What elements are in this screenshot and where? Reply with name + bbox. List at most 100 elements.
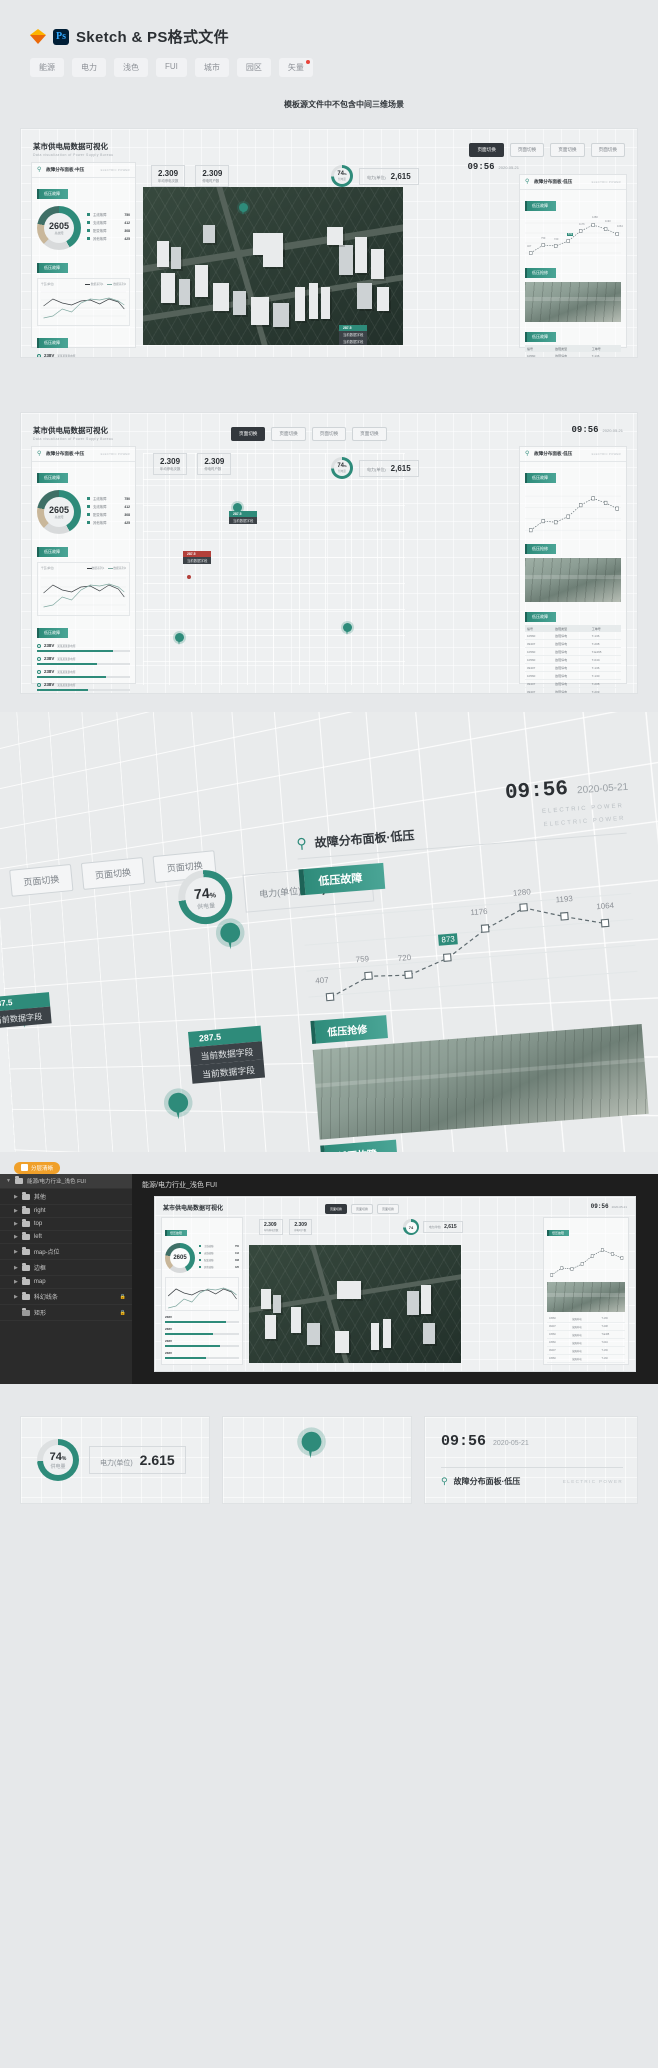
- voltage-bar-item: 238V 某某某某供电所: [37, 643, 130, 652]
- right-panel-2: ⚲ 故障分布面板·低压 ELECTRIC POWER 低压故障 低压抢修 低压故…: [519, 446, 627, 693]
- map-pin-large[interactable]: [167, 1091, 189, 1120]
- tag-item[interactable]: 能源: [30, 58, 64, 77]
- chevron-right-icon[interactable]: ▶: [14, 1221, 18, 1227]
- page-switch-button-4[interactable]: 页面切换: [590, 143, 625, 157]
- table-row[interactable]: 09407 故障停电 T-209: [525, 687, 621, 693]
- layer-row[interactable]: ▶ map-点位: [0, 1244, 132, 1260]
- tag-item[interactable]: 电力: [72, 58, 106, 77]
- legend-item: 主线故障 750: [199, 1244, 239, 1248]
- tag-list: 能源 电力 浅色 FUI 城市 园区 矢量: [30, 58, 658, 77]
- layer-row[interactable]: ▶ 其他: [0, 1189, 132, 1205]
- table-row[interactable]: 10560故障停电T-136: [525, 352, 621, 357]
- mini-bars: 238V 238V 238V 238V: [165, 1315, 239, 1359]
- mini-line-chart: [165, 1277, 239, 1311]
- table-row[interactable]: 09407 故障停电 T-208: [547, 1322, 625, 1331]
- table-row[interactable]: 10560 故障停电 T-130: [525, 671, 621, 680]
- chart-point-label: 1064: [595, 900, 615, 912]
- page-switch-button-3[interactable]: 页面切换: [377, 1204, 400, 1214]
- map-canvas[interactable]: 287.5 当前数据字段 287.5 当前数据字段: [143, 453, 405, 685]
- legend-item: 支线故障 412: [199, 1251, 239, 1255]
- chevron-right-icon[interactable]: ▶: [14, 1208, 18, 1214]
- layer-label: map-点位: [33, 1250, 60, 1256]
- legend-swatch: [87, 505, 90, 508]
- layer-row[interactable]: ▶ 科幻线条 🔒: [0, 1289, 132, 1305]
- page-switch-button-1[interactable]: 页面切换: [325, 1204, 348, 1214]
- clock-widget: 09:56 2020-05-21: [468, 162, 519, 172]
- clock-card: 09:56 2020-05-21: [441, 1433, 529, 1450]
- tower-icon: ⚲: [525, 179, 530, 185]
- chip-low-voltage-fault: 低压故障: [37, 473, 68, 483]
- table-row[interactable]: 09407 故障停电 T-208: [525, 679, 621, 688]
- table-row[interactable]: 09407 故障停电 T-136: [525, 663, 621, 672]
- page-switch-button-2[interactable]: 页面切换: [271, 427, 306, 441]
- map-pin[interactable]: [343, 623, 352, 635]
- power-summary: 74% 供电量 电力(单位) 2,615: [331, 165, 419, 187]
- chart-axis-label: 千瓦(单位): [41, 282, 55, 286]
- layer-label: 边框: [33, 1266, 46, 1272]
- table-row[interactable]: 10560 故障停电 T-130: [547, 1354, 625, 1363]
- table-row[interactable]: 10560 故障停电 T-04C: [547, 1338, 625, 1347]
- layer-row[interactable]: ▶ map: [0, 1276, 132, 1289]
- chevron-right-icon[interactable]: ▶: [14, 1279, 18, 1285]
- page-switch-button-4[interactable]: 页面切换: [352, 427, 387, 441]
- map-point-marker[interactable]: [187, 575, 191, 579]
- legend-value: 412: [124, 504, 130, 509]
- table-row[interactable]: 09407 故障停电 T-208: [525, 639, 621, 648]
- page-switch-button-3[interactable]: 页面切换: [550, 143, 585, 157]
- map-pin[interactable]: [175, 633, 184, 645]
- table-row[interactable]: 10560故障停电T-136: [525, 632, 621, 640]
- component-card-pin: [222, 1416, 412, 1504]
- legend-item: 主线故障 750: [87, 496, 130, 501]
- page-switch-button-1[interactable]: 页面切换: [469, 143, 504, 157]
- bullet-icon: [37, 656, 41, 661]
- left-panel-title: 故障分布面板·中压: [46, 451, 85, 456]
- table-row[interactable]: 10560 故障停电 T-04C: [525, 655, 621, 664]
- chart-point-label: 759: [541, 237, 546, 240]
- page-switch-button-3[interactable]: 页面切换: [311, 427, 347, 441]
- chip-right-fault: 低压故障: [547, 1230, 570, 1236]
- tag-item[interactable]: 城市: [194, 58, 229, 77]
- layer-label: 其他: [33, 1195, 46, 1201]
- trend-line-chart: 千瓦(单位) 数据系列1 数据系列2: [37, 278, 130, 326]
- layer-row[interactable]: ▶ top: [0, 1218, 132, 1231]
- mini-fault-table: 10560 故障停电 T-136 09407 故障停电 T-208 10560 故障停电 T…: [547, 1315, 625, 1363]
- chevron-right-icon[interactable]: ▶: [14, 1294, 18, 1300]
- table-row[interactable]: 09407 故障停电 T-136: [547, 1346, 625, 1355]
- layers-root-row[interactable]: ▼ 能源/电力行业_浅色 FUI: [0, 1174, 132, 1189]
- donut-legend: 主线故障 750 支线故障 412 配变故障 308 其他故障 425: [87, 212, 130, 244]
- tag-item[interactable]: FUI: [156, 58, 187, 77]
- table-row[interactable]: 10560 故障停电 T-E465: [525, 647, 621, 656]
- tag-item[interactable]: 浅色: [114, 58, 148, 77]
- voltage-station: 某某某某供电所: [57, 354, 76, 358]
- table-row[interactable]: 10560 故障停电 T-E465: [547, 1330, 625, 1339]
- page-switch-button-2[interactable]: 页面切换: [351, 1204, 374, 1214]
- layer-row[interactable]: ▶ 边框: [0, 1260, 132, 1276]
- tag-item[interactable]: 矢量: [278, 58, 313, 77]
- layer-row[interactable]: ▶ left: [0, 1231, 132, 1244]
- chevron-right-icon[interactable]: ▶: [14, 1249, 18, 1255]
- page-switch-button-1[interactable]: 页面切换: [231, 427, 266, 441]
- city-3d-scene[interactable]: [143, 187, 403, 345]
- chart-point-label: 720: [554, 238, 559, 241]
- chevron-down-icon[interactable]: ▼: [6, 1178, 11, 1184]
- mini-city-scene[interactable]: [249, 1245, 461, 1363]
- layers-preview-area: 能源/电力行业_浅色 FUI 某市供电局数据可视化 页面切换 页面切换 页面切换…: [132, 1174, 658, 1384]
- dashboard-title: 某市供电局数据可视化: [33, 426, 108, 435]
- chip-low-voltage-fault-2: 低压故障: [37, 263, 68, 273]
- chevron-right-icon[interactable]: ▶: [14, 1234, 18, 1240]
- chevron-right-icon[interactable]: ▶: [14, 1194, 18, 1200]
- layer-row[interactable]: ▶ right: [0, 1205, 132, 1218]
- tag-item[interactable]: 园区: [236, 58, 271, 77]
- voltage-bar-item: 238V 某某某某供电所: [37, 682, 130, 691]
- chevron-right-icon[interactable]: ▶: [14, 1265, 18, 1271]
- map-pin[interactable]: [239, 203, 248, 215]
- layer-row[interactable]: 矩形 🔒: [0, 1305, 132, 1321]
- page-switch-button-2[interactable]: 页面切换: [509, 143, 545, 157]
- map-pin-large[interactable]: [219, 921, 241, 950]
- chart-point-label: 1280: [512, 887, 532, 898]
- map-pin-card[interactable]: [301, 1431, 322, 1459]
- fault-table: 编号 故障类型 工单号 10560故障停电T-136 09407故障停电T-20…: [525, 345, 621, 357]
- kpi-card: 2.309 年均停电次数: [259, 1219, 284, 1235]
- table-row[interactable]: 10560故障停电T-136: [547, 1315, 625, 1323]
- legend-item: 配变故障 308: [87, 228, 130, 233]
